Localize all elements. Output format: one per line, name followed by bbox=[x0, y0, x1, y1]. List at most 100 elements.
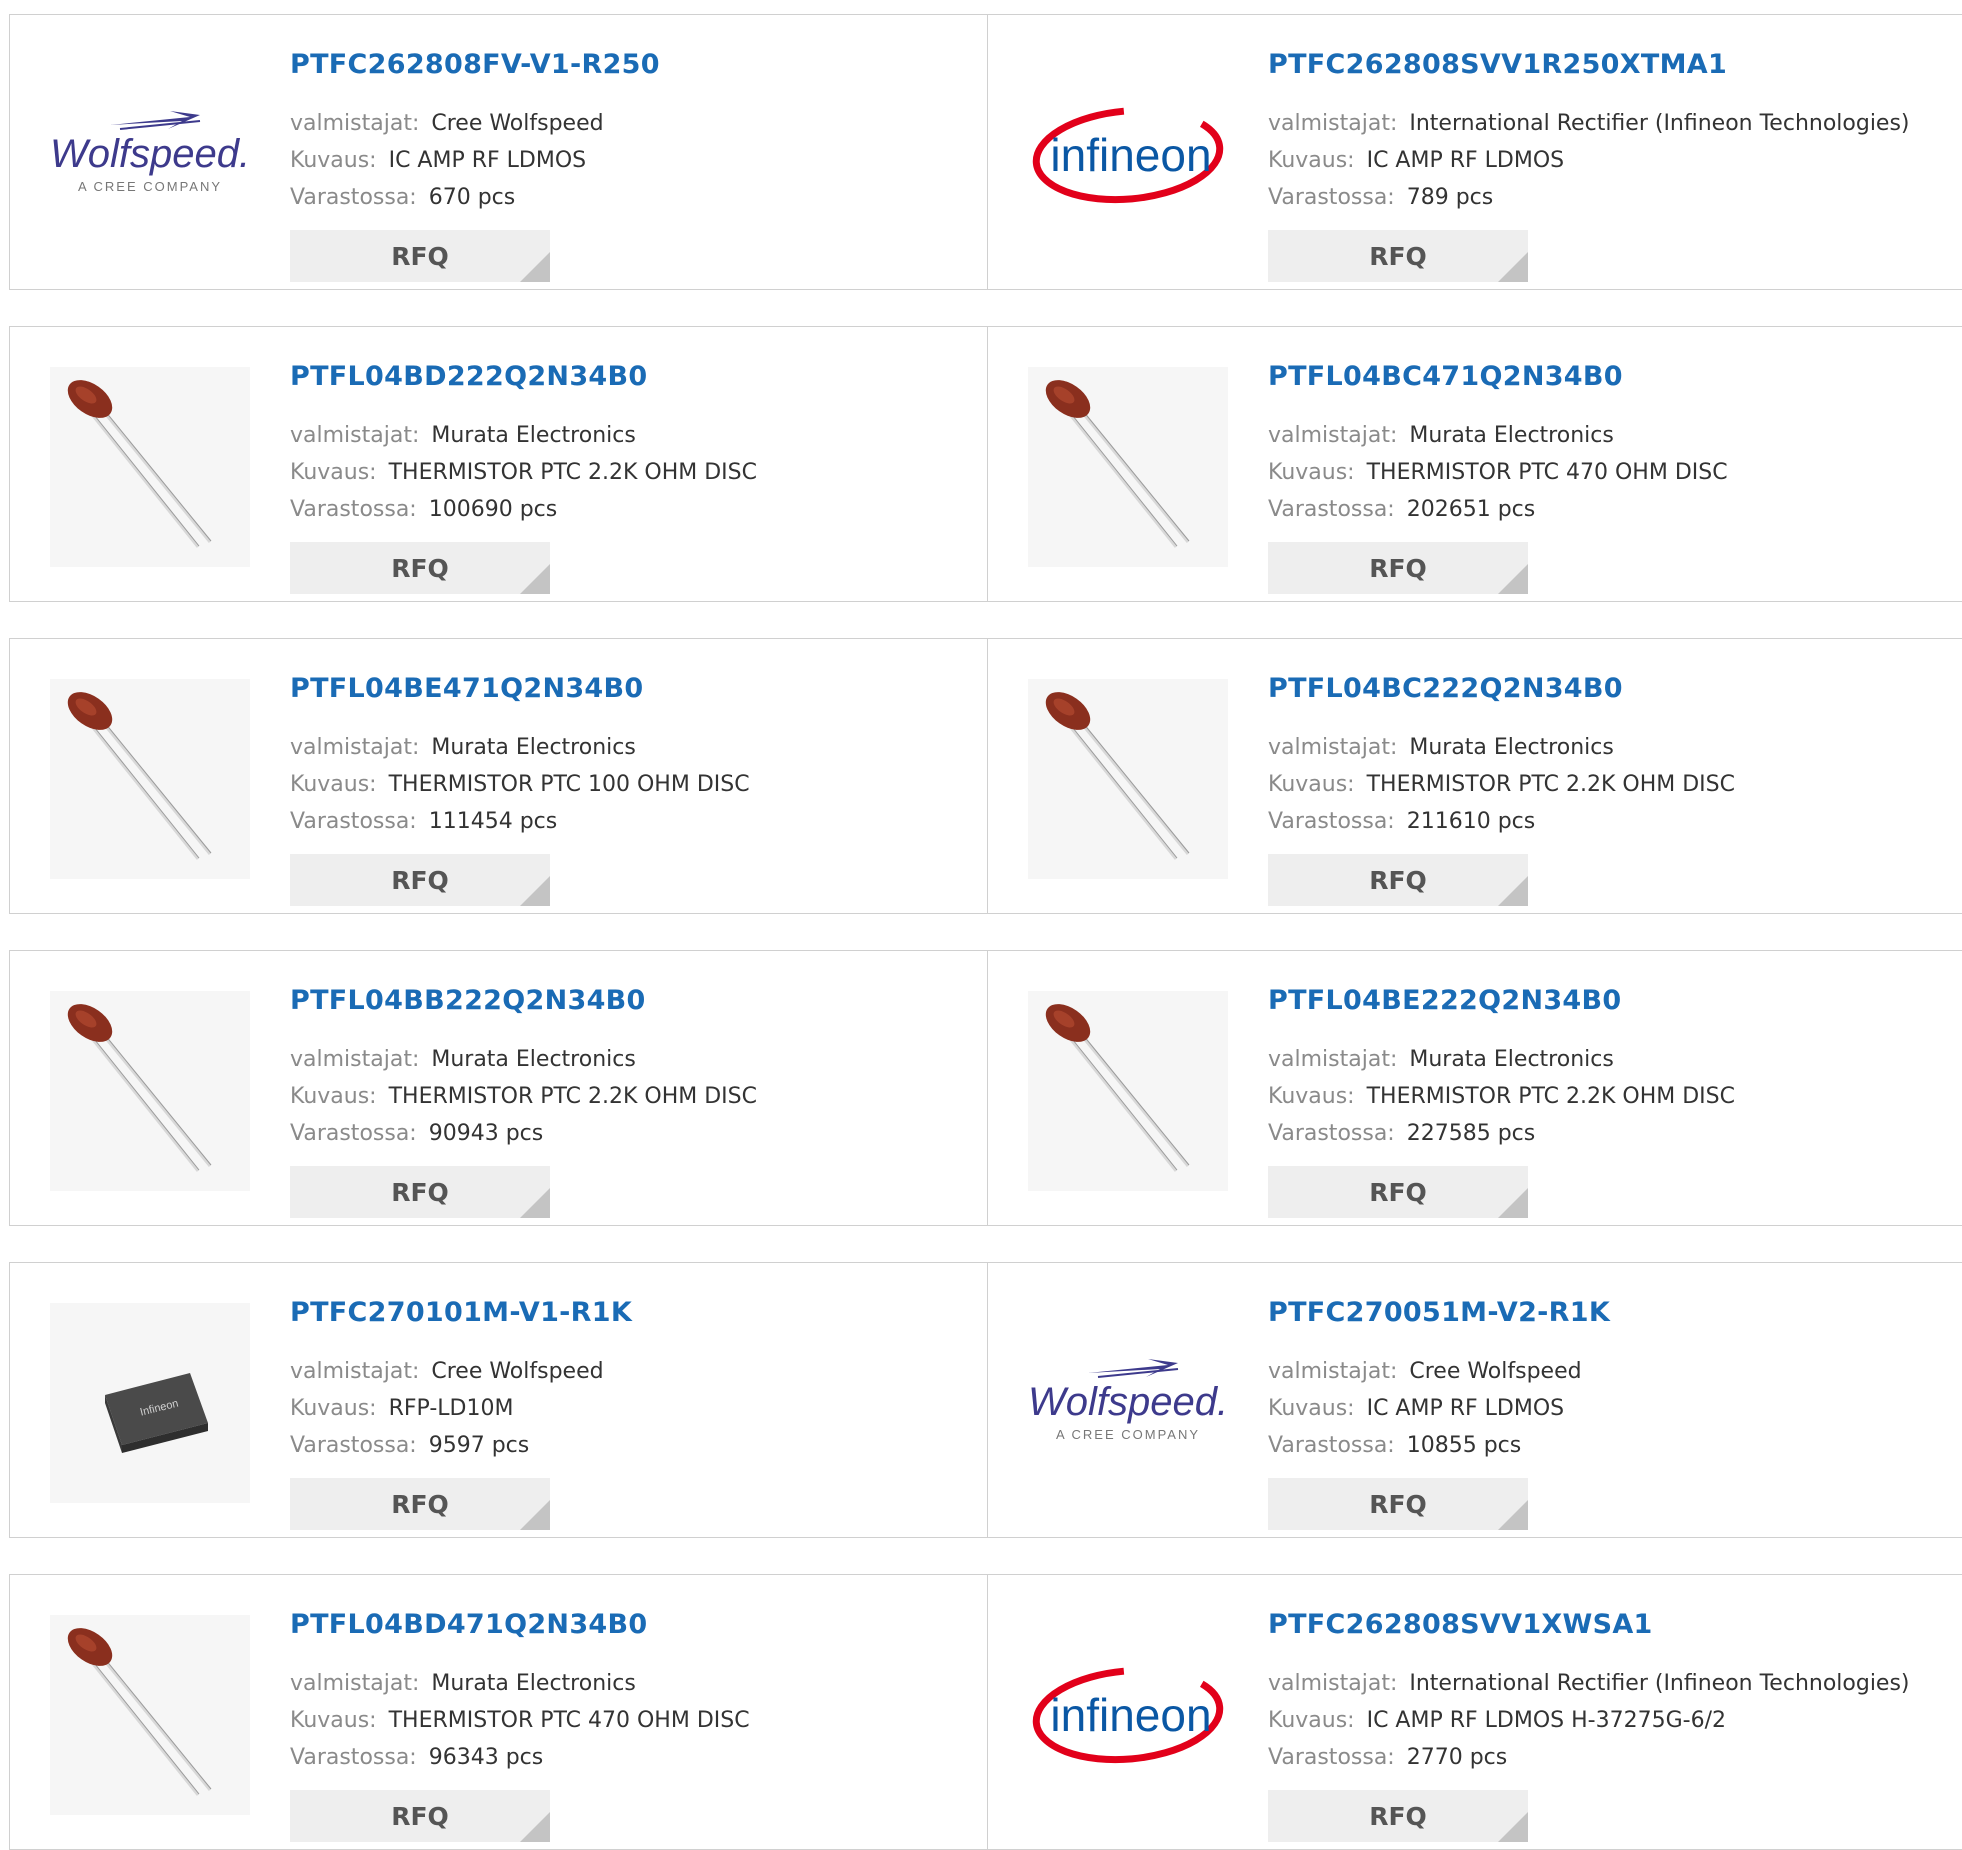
manufacturer-label: valmistajat: bbox=[1268, 1047, 1398, 1072]
product-part-number-link[interactable]: PTFC262808SVV1R250XTMA1 bbox=[1268, 49, 1727, 80]
product-part-number-link[interactable]: PTFL04BE222Q2N34B0 bbox=[1268, 985, 1622, 1016]
product-thumbnail[interactable]: infineon bbox=[1028, 1615, 1228, 1815]
description-line: Kuvaus: THERMISTOR PTC 2.2K OHM DISC bbox=[1268, 1084, 1735, 1109]
stock-value: 670 pcs bbox=[428, 185, 516, 210]
thermistor-image bbox=[1028, 679, 1228, 879]
rfq-button[interactable]: RFQ bbox=[1268, 1478, 1528, 1530]
product-thumbnail[interactable]: Infineon bbox=[50, 1303, 250, 1503]
manufacturer-value: Murata Electronics bbox=[1409, 735, 1614, 760]
manufacturer-value: Murata Electronics bbox=[431, 735, 636, 760]
description-label: Kuvaus: bbox=[290, 460, 377, 485]
product-thumbnail[interactable]: Wolfspeed. A CREE COMPANY bbox=[1028, 1303, 1228, 1503]
description-label: Kuvaus: bbox=[1268, 460, 1355, 485]
product-thumbnail[interactable] bbox=[50, 367, 250, 567]
product-thumbnail[interactable] bbox=[50, 679, 250, 879]
rfq-button[interactable]: RFQ bbox=[1268, 1790, 1528, 1842]
product-thumbnail[interactable] bbox=[1028, 367, 1228, 567]
manufacturer-label: valmistajat: bbox=[290, 423, 420, 448]
description-value: THERMISTOR PTC 2.2K OHM DISC bbox=[1366, 1084, 1735, 1109]
product-thumbnail[interactable]: infineon bbox=[1028, 55, 1228, 255]
product-card: infineon PTFC262808SVV1R250XTMA1 valmist… bbox=[988, 15, 1962, 289]
product-part-number-link[interactable]: PTFL04BB222Q2N34B0 bbox=[290, 985, 646, 1016]
product-part-number-link[interactable]: PTFL04BC471Q2N34B0 bbox=[1268, 361, 1623, 392]
manufacturer-label: valmistajat: bbox=[1268, 423, 1398, 448]
product-thumbnail[interactable]: Wolfspeed. A CREE COMPANY bbox=[50, 55, 250, 255]
product-card: PTFL04BE471Q2N34B0 valmistajat: Murata El… bbox=[10, 639, 988, 913]
stock-line: Varastossa: 227585 pcs bbox=[1268, 1121, 1535, 1146]
infineon-logo: infineon bbox=[1028, 55, 1228, 255]
product-thumbnail[interactable] bbox=[50, 1615, 250, 1815]
product-row: PTFL04BE471Q2N34B0 valmistajat: Murata El… bbox=[9, 638, 1962, 914]
product-part-number-link[interactable]: PTFL04BD222Q2N34B0 bbox=[290, 361, 647, 392]
manufacturer-label: valmistajat: bbox=[290, 1671, 420, 1696]
stock-label: Varastossa: bbox=[1268, 1745, 1395, 1770]
product-thumbnail[interactable] bbox=[50, 991, 250, 1191]
infineon-logo: infineon bbox=[1028, 1615, 1228, 1815]
product-part-number-link[interactable]: PTFC262808FV-V1-R250 bbox=[290, 49, 660, 80]
stock-value: 10855 pcs bbox=[1406, 1433, 1522, 1458]
manufacturer-label: valmistajat: bbox=[1268, 1359, 1398, 1384]
thermistor-image bbox=[50, 367, 250, 567]
description-label: Kuvaus: bbox=[1268, 1396, 1355, 1421]
manufacturer-line: valmistajat: Murata Electronics bbox=[1268, 735, 1614, 760]
rfq-label: RFQ bbox=[1369, 865, 1427, 895]
product-part-number-link[interactable]: PTFL04BD471Q2N34B0 bbox=[290, 1609, 647, 1640]
product-part-number-link[interactable]: PTFC270051M-V2-R1K bbox=[1268, 1297, 1610, 1328]
manufacturer-value: International Rectifier (Infineon Techno… bbox=[1409, 111, 1910, 136]
rfq-button[interactable]: RFQ bbox=[290, 542, 550, 594]
product-thumbnail[interactable] bbox=[1028, 991, 1228, 1191]
product-card: Infineon PTFC270101M-V1-R1K valmistajat:… bbox=[10, 1263, 988, 1537]
rfq-button[interactable]: RFQ bbox=[290, 230, 550, 282]
wolfspeed-logo: Wolfspeed. A CREE COMPANY bbox=[1028, 1303, 1228, 1503]
wolfspeed-logo: Wolfspeed. A CREE COMPANY bbox=[50, 55, 250, 255]
description-label: Kuvaus: bbox=[290, 772, 377, 797]
corner-triangle-icon bbox=[520, 564, 550, 594]
description-label: Kuvaus: bbox=[290, 1708, 377, 1733]
description-label: Kuvaus: bbox=[1268, 1708, 1355, 1733]
manufacturer-value: Cree Wolfspeed bbox=[431, 1359, 604, 1384]
product-card: Wolfspeed. A CREE COMPANY PTFC262808FV-V… bbox=[10, 15, 988, 289]
rfq-label: RFQ bbox=[1369, 553, 1427, 583]
svg-text:Wolfspeed.: Wolfspeed. bbox=[50, 132, 250, 176]
stock-label: Varastossa: bbox=[1268, 1121, 1395, 1146]
manufacturer-line: valmistajat: International Rectifier (Inf… bbox=[1268, 111, 1910, 136]
rfq-button[interactable]: RFQ bbox=[1268, 230, 1528, 282]
product-part-number-link[interactable]: PTFC270101M-V1-R1K bbox=[290, 1297, 632, 1328]
thermistor-image bbox=[50, 679, 250, 879]
description-line: Kuvaus: IC AMP RF LDMOS bbox=[290, 148, 586, 173]
corner-triangle-icon bbox=[520, 1500, 550, 1530]
thermistor-image bbox=[1028, 367, 1228, 567]
product-card: PTFL04BD471Q2N34B0 valmistajat: Murata El… bbox=[10, 1575, 988, 1849]
stock-value: 2770 pcs bbox=[1406, 1745, 1508, 1770]
corner-triangle-icon bbox=[1498, 564, 1528, 594]
product-card: Wolfspeed. A CREE COMPANY PTFC270051M-V2… bbox=[988, 1263, 1962, 1537]
rfq-button[interactable]: RFQ bbox=[290, 854, 550, 906]
product-row: PTFL04BB222Q2N34B0 valmistajat: Murata El… bbox=[9, 950, 1962, 1226]
description-line: Kuvaus: IC AMP RF LDMOS bbox=[1268, 148, 1564, 173]
corner-triangle-icon bbox=[520, 1188, 550, 1218]
product-thumbnail[interactable] bbox=[1028, 679, 1228, 879]
description-line: Kuvaus: THERMISTOR PTC 2.2K OHM DISC bbox=[1268, 772, 1735, 797]
chip-image: Infineon bbox=[50, 1303, 250, 1503]
manufacturer-label: valmistajat: bbox=[1268, 1671, 1398, 1696]
stock-line: Varastossa: 111454 pcs bbox=[290, 809, 557, 834]
product-row: Infineon PTFC270101M-V1-R1K valmistajat:… bbox=[9, 1262, 1962, 1538]
stock-label: Varastossa: bbox=[1268, 1433, 1395, 1458]
rfq-button[interactable]: RFQ bbox=[1268, 1166, 1528, 1218]
rfq-button[interactable]: RFQ bbox=[290, 1166, 550, 1218]
product-part-number-link[interactable]: PTFL04BC222Q2N34B0 bbox=[1268, 673, 1623, 704]
description-line: Kuvaus: THERMISTOR PTC 100 OHM DISC bbox=[290, 772, 750, 797]
rfq-button[interactable]: RFQ bbox=[290, 1790, 550, 1842]
description-line: Kuvaus: THERMISTOR PTC 2.2K OHM DISC bbox=[290, 1084, 757, 1109]
product-card: PTFL04BC222Q2N34B0 valmistajat: Murata El… bbox=[988, 639, 1962, 913]
rfq-button[interactable]: RFQ bbox=[290, 1478, 550, 1530]
manufacturer-value: Murata Electronics bbox=[431, 423, 636, 448]
rfq-button[interactable]: RFQ bbox=[1268, 854, 1528, 906]
rfq-button[interactable]: RFQ bbox=[1268, 542, 1528, 594]
manufacturer-label: valmistajat: bbox=[1268, 735, 1398, 760]
product-part-number-link[interactable]: PTFL04BE471Q2N34B0 bbox=[290, 673, 644, 704]
stock-label: Varastossa: bbox=[290, 185, 417, 210]
thermistor-image bbox=[1028, 991, 1228, 1191]
product-row: PTFL04BD471Q2N34B0 valmistajat: Murata El… bbox=[9, 1574, 1962, 1850]
product-part-number-link[interactable]: PTFC262808SVV1XWSA1 bbox=[1268, 1609, 1653, 1640]
